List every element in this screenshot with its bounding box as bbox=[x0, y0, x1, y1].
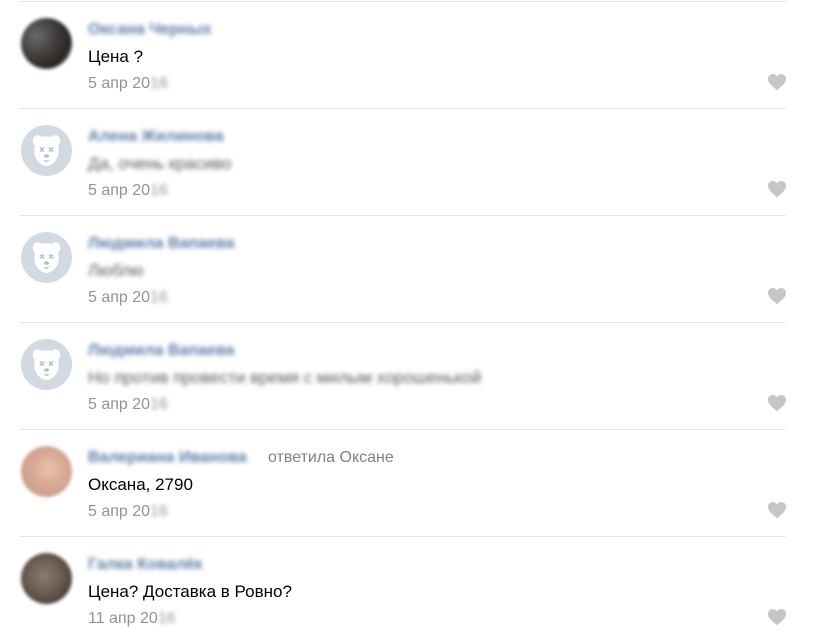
avatar[interactable] bbox=[21, 125, 72, 176]
comment-date[interactable]: 5 апр 2016 bbox=[88, 181, 168, 201]
comment-text: Но против провести время с милым хорошен… bbox=[88, 368, 482, 387]
reply-to-note[interactable]: ответила Оксане bbox=[268, 448, 394, 468]
comment-date[interactable]: 11 апр 2016 bbox=[88, 609, 176, 629]
deactivated-dog-icon bbox=[32, 242, 61, 273]
like-button[interactable] bbox=[767, 608, 787, 626]
comment-item: Оксана Черных Цена ? 5 апр 2016 bbox=[0, 2, 813, 109]
heart-icon bbox=[768, 181, 786, 198]
comment-date-blurred: 16 bbox=[150, 396, 168, 413]
avatar[interactable] bbox=[21, 18, 72, 69]
comment-text: Цена ? bbox=[88, 47, 144, 66]
comment-item: Людмила Вапаева Но против провести время… bbox=[0, 323, 813, 430]
heart-icon bbox=[768, 502, 786, 519]
avatar[interactable] bbox=[21, 232, 72, 283]
comment-date[interactable]: 5 апр 2016 bbox=[88, 395, 168, 415]
comment-item: Алена Жилинова Да, очень красиво 5 апр 2… bbox=[0, 109, 813, 216]
like-button[interactable] bbox=[767, 394, 787, 412]
avatar[interactable] bbox=[21, 339, 72, 390]
comment-date-blurred: 16 bbox=[150, 182, 168, 199]
like-button[interactable] bbox=[767, 501, 787, 519]
comment-date-blurred: 16 bbox=[150, 289, 168, 306]
comment-date[interactable]: 5 апр 2016 bbox=[88, 288, 168, 308]
comment-author[interactable]: Оксана Черных bbox=[88, 20, 211, 40]
comment-author[interactable]: Алена Жилинова bbox=[88, 127, 224, 147]
deactivated-dog-icon bbox=[32, 135, 61, 166]
deactivated-dog-icon bbox=[32, 349, 61, 380]
comment-date-visible: 5 апр 20 bbox=[88, 182, 151, 199]
comment-date[interactable]: 5 апр 2016 bbox=[88, 502, 168, 522]
comment-item: Галка Ковалёк Цена? Доставка в Ровно? 11… bbox=[0, 537, 813, 644]
comment-text: Цена? Доставка в Ровно? bbox=[88, 582, 292, 601]
comment-date-blurred: 16 bbox=[157, 610, 176, 627]
comment-date-visible: 5 апр 20 bbox=[88, 503, 151, 520]
comment-text: Люблю bbox=[88, 261, 144, 280]
like-button[interactable] bbox=[767, 287, 787, 305]
comment-author[interactable]: Людмила Вапаева bbox=[88, 234, 234, 254]
like-button[interactable] bbox=[767, 180, 787, 198]
heart-icon bbox=[768, 609, 786, 626]
comment-date-blurred: 16 bbox=[150, 503, 168, 520]
comment-author[interactable]: Галка Ковалёк bbox=[88, 555, 202, 575]
comment-date-visible: 11 апр 20 bbox=[88, 610, 158, 627]
comment-item: Валериана Иванова ответила Оксане Оксана… bbox=[0, 430, 813, 537]
comment-date[interactable]: 5 апр 2016 bbox=[88, 74, 168, 94]
heart-icon bbox=[768, 395, 786, 412]
comment-text: Оксана, 2790 bbox=[88, 475, 193, 494]
heart-icon bbox=[768, 288, 786, 305]
comment-author[interactable]: Людмила Вапаева bbox=[88, 341, 234, 361]
comment-date-blurred: 16 bbox=[150, 75, 168, 92]
comment-author[interactable]: Валериана Иванова bbox=[88, 448, 247, 468]
comment-item: Людмила Вапаева Люблю 5 апр 2016 bbox=[0, 216, 813, 323]
comment-text: Да, очень красиво bbox=[88, 154, 232, 173]
comments-feed: Оксана Черных Цена ? 5 апр 2016 Алена Жи… bbox=[0, 0, 813, 643]
avatar[interactable] bbox=[21, 446, 72, 497]
comment-date-visible: 5 апр 20 bbox=[88, 289, 151, 306]
like-button[interactable] bbox=[767, 73, 787, 91]
comment-date-visible: 5 апр 20 bbox=[88, 75, 151, 92]
heart-icon bbox=[768, 74, 786, 91]
avatar[interactable] bbox=[21, 553, 72, 604]
comment-date-visible: 5 апр 20 bbox=[88, 396, 151, 413]
